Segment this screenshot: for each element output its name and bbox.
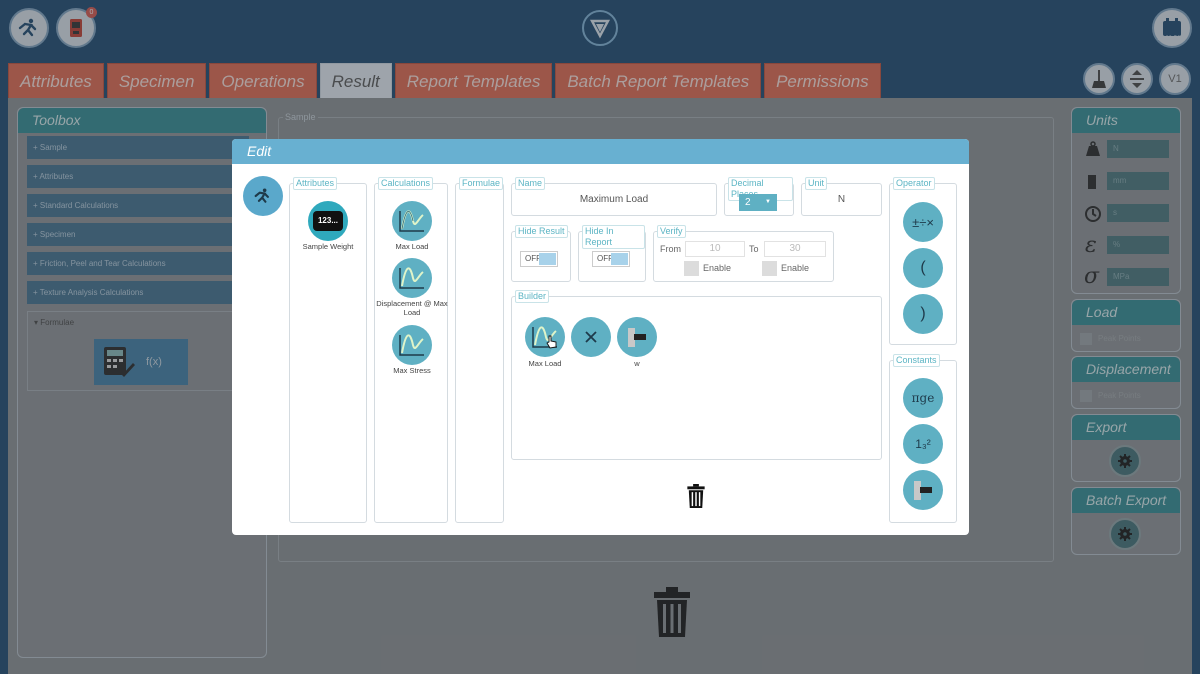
builder-token-label: w xyxy=(634,359,640,368)
name-field[interactable]: Name Maximum Load xyxy=(511,177,717,216)
builder-label: Builder xyxy=(515,290,550,303)
graph-curve-icon xyxy=(399,334,424,356)
verify-label: Verify xyxy=(657,225,686,238)
edit-modal: Edit Attributes 123... Sample Weight Cal… xyxy=(232,139,969,535)
verify-to-enable-checkbox[interactable] xyxy=(762,261,777,276)
decimal-places-select[interactable]: 2 ▼ xyxy=(739,194,777,211)
hand-cursor-icon xyxy=(546,335,557,349)
hide-in-report-field: Hide In Report OFF xyxy=(578,225,646,282)
builder-token-w[interactable] xyxy=(617,317,657,357)
attributes-list: Attributes 123... Sample Weight xyxy=(289,177,367,523)
modal-exit-button[interactable] xyxy=(243,176,283,216)
hide-result-field: Hide Result OFF xyxy=(511,225,571,282)
decimal-places-field: Decimal Places 2 ▼ xyxy=(724,177,794,216)
attribute-sample-weight[interactable]: 123... xyxy=(308,201,348,241)
calc-displacement-max-load[interactable] xyxy=(392,258,432,298)
hide-result-toggle[interactable]: OFF xyxy=(520,251,558,267)
calc-max-load[interactable] xyxy=(392,201,432,241)
unit-label: Unit xyxy=(805,177,828,190)
number-value-icon: 123... xyxy=(313,211,343,231)
constants-number-button[interactable]: 1₃² xyxy=(903,424,943,464)
unit-value: N xyxy=(837,194,846,205)
formulae-list: Formulae xyxy=(455,177,504,523)
hide-in-report-label: Hide In Report xyxy=(582,225,645,249)
operator-arithmetic-button[interactable]: ±÷× xyxy=(903,202,943,242)
formula-builder[interactable]: Builder Max Load w xyxy=(511,290,882,460)
verify-field: Verify From 10 To 30 Enable Enable xyxy=(653,225,834,282)
specimen-block-icon xyxy=(914,481,932,500)
verify-from-enable-checkbox[interactable] xyxy=(684,261,699,276)
operator-panel: Operator ±÷× ( ) xyxy=(889,177,957,345)
calc-label: Max Load xyxy=(395,242,429,251)
constants-label: Constants xyxy=(893,354,940,367)
calculations-list: Calculations Max Load Displacement @ Max… xyxy=(374,177,448,523)
calculations-label: Calculations xyxy=(378,177,434,190)
operator-open-paren-button[interactable]: ( xyxy=(903,248,943,288)
hide-in-report-toggle[interactable]: OFF xyxy=(592,251,630,267)
multiply-icon xyxy=(585,331,597,343)
operator-close-paren-button[interactable]: ) xyxy=(903,294,943,334)
decimal-places-value: 2 xyxy=(745,197,751,208)
constants-specimen-button[interactable] xyxy=(903,470,943,510)
attribute-label: Sample Weight xyxy=(302,242,354,251)
enable-label: Enable xyxy=(781,263,810,273)
graph-curve-icon xyxy=(399,210,424,232)
edit-modal-title: Edit xyxy=(232,139,969,164)
operator-label: Operator xyxy=(893,177,935,190)
formulae-column-label: Formulae xyxy=(459,177,504,190)
name-label: Name xyxy=(515,177,546,190)
graph-curve-icon xyxy=(399,267,424,289)
verify-to-input[interactable]: 30 xyxy=(764,241,826,257)
chevron-down-icon: ▼ xyxy=(765,199,771,205)
hide-result-label: Hide Result xyxy=(515,225,568,238)
calc-label: Max Stress xyxy=(393,366,431,375)
name-value: Maximum Load xyxy=(579,194,649,205)
to-label: To xyxy=(749,244,759,254)
calc-label: Displacement @ Max Load xyxy=(376,299,448,317)
builder-token-label: Max Load xyxy=(528,359,562,368)
constants-panel: Constants πge 1₃² xyxy=(889,354,957,523)
from-label: From xyxy=(660,244,681,254)
calc-max-stress[interactable] xyxy=(392,325,432,365)
builder-token-multiply[interactable] xyxy=(571,317,611,357)
specimen-block-icon xyxy=(628,328,646,347)
enable-label: Enable xyxy=(703,263,732,273)
exit-run-icon xyxy=(254,188,269,203)
modal-delete-button[interactable] xyxy=(687,484,705,513)
unit-field[interactable]: Unit N xyxy=(801,177,882,216)
attributes-label: Attributes xyxy=(293,177,338,190)
builder-token-max-load[interactable] xyxy=(525,317,565,357)
constants-math-button[interactable]: πge xyxy=(903,378,943,418)
trash-icon xyxy=(687,484,705,508)
verify-from-input[interactable]: 10 xyxy=(685,241,745,257)
